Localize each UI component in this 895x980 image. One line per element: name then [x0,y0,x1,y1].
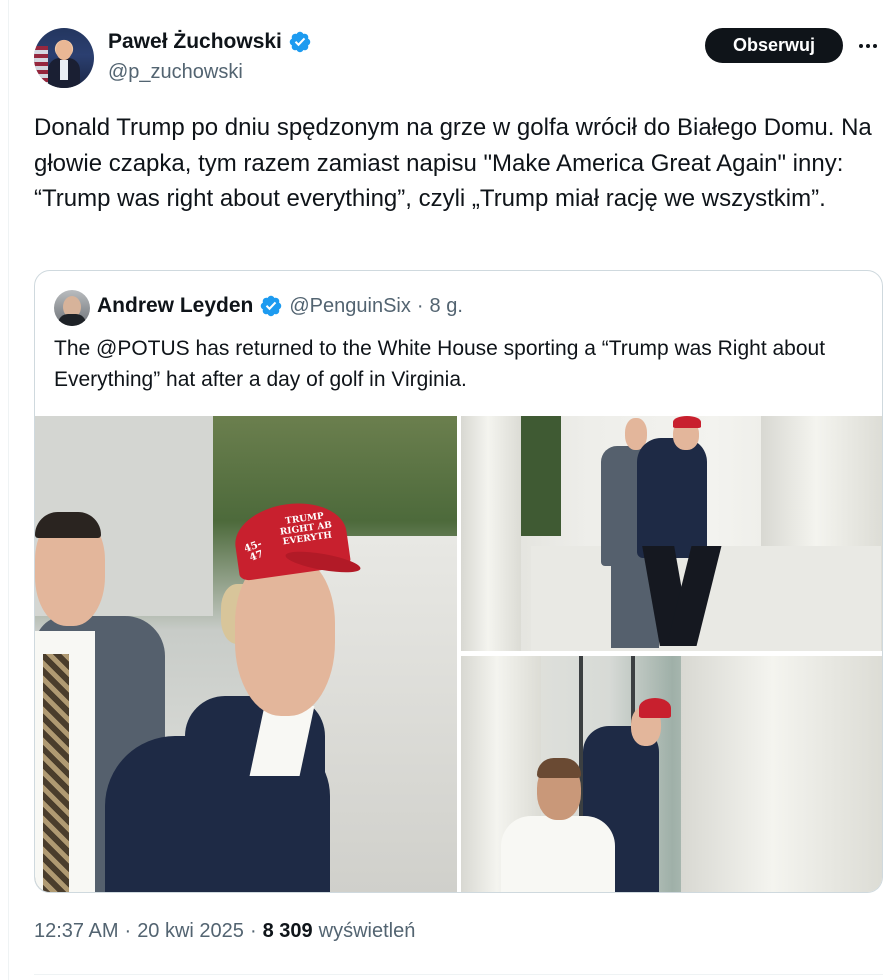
quoted-tweet-text: The @POTUS has returned to the White Hou… [54,337,826,391]
tweet-text: Donald Trump po dniu spędzonym na grze w… [34,114,872,212]
photo-1[interactable]: TRUMP RIGHT AB EVERYTH 45-47 [35,416,457,892]
meta-separator: · [124,920,132,942]
timeline-divider [8,0,9,980]
quoted-author-name[interactable]: Andrew Leyden [97,294,253,318]
author-handle[interactable]: @p_zuchowski [108,61,243,84]
quoted-tweet-header: Andrew Leyden @PenguinSix · 8 g. [97,294,463,318]
author-name-row: Paweł Żuchowski [108,30,312,54]
author-avatar[interactable] [34,28,94,88]
author-display-name[interactable]: Paweł Żuchowski [108,30,282,54]
photo-2[interactable] [461,416,882,651]
tweet-time[interactable]: 12:37 AM [34,920,119,943]
verified-badge-icon [261,295,282,317]
views-label: wyświetleń [318,920,416,942]
tweet-metadata: 12:37 AM · 20 kwi 2025 · 8 309 wyświetle… [34,920,415,943]
quoted-author-handle[interactable]: @PenguinSix [289,295,410,318]
meta-separator: · [249,920,257,942]
photo-3[interactable] [461,656,882,892]
more-options-icon[interactable] [853,34,883,58]
follow-button[interactable]: Obserwuj [705,28,843,63]
tweet-date[interactable]: 20 kwi 2025 [137,920,244,943]
quoted-tweet-card[interactable]: Andrew Leyden @PenguinSix · 8 g. The @PO… [34,270,883,893]
verified-badge-icon [289,31,311,53]
views-count: 8 309 [262,920,313,942]
quoted-separator: · [416,294,424,317]
quoted-author-avatar[interactable] [54,290,90,326]
quoted-timestamp[interactable]: 8 g. [430,295,463,318]
footer-divider [34,974,883,975]
